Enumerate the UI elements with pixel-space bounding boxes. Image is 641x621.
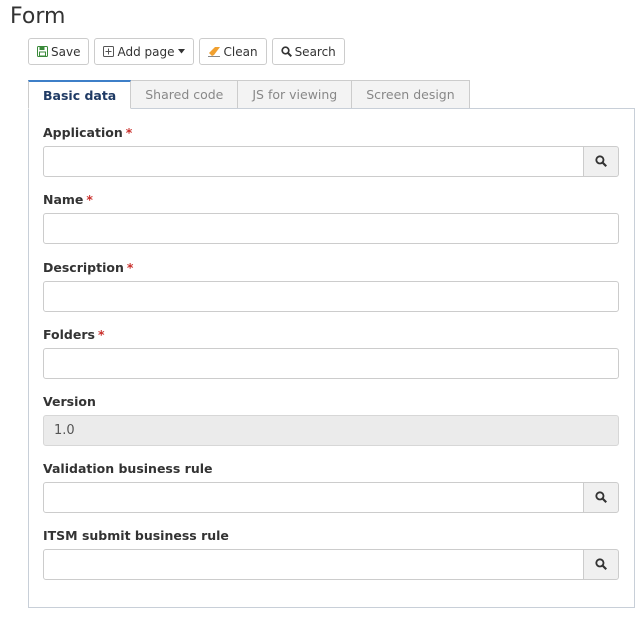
name-label: Name * [43, 192, 93, 207]
name-label-text: Name [43, 192, 84, 207]
magnifier-icon [595, 555, 608, 574]
search-button[interactable]: Search [271, 38, 345, 65]
tab-js-for-viewing[interactable]: JS for viewing [238, 80, 353, 109]
version-label: Version [43, 394, 96, 409]
magnifier-icon [595, 152, 608, 171]
validation-rule-lookup-button[interactable] [583, 482, 619, 513]
eraser-icon [207, 46, 221, 57]
validation-rule-label-text: Validation business rule [43, 461, 213, 476]
description-label: Description * [43, 260, 133, 275]
plus-square-icon [103, 46, 115, 57]
application-label-text: Application [43, 125, 123, 140]
itsm-rule-label: ITSM submit business rule [43, 528, 229, 543]
toolbar: Save Add page Clean Search [28, 38, 345, 65]
name-input[interactable] [43, 213, 619, 244]
version-field: 1.0 [43, 415, 619, 446]
magnifier-icon [595, 488, 608, 507]
application-lookup-button[interactable] [583, 146, 619, 177]
search-button-label: Search [294, 44, 336, 59]
add-page-button[interactable]: Add page [94, 38, 194, 65]
description-label-text: Description [43, 260, 124, 275]
save-button-label: Save [51, 44, 81, 59]
required-marker: * [97, 327, 105, 342]
tab-bar: Basic data Shared code JS for viewing Sc… [28, 80, 470, 109]
page-title: Form [10, 4, 66, 29]
tab-screen-design[interactable]: Screen design [352, 80, 470, 109]
required-marker: * [125, 125, 133, 140]
version-label-text: Version [43, 394, 96, 409]
itsm-rule-lookup-button[interactable] [583, 549, 619, 580]
itsm-rule-input[interactable] [43, 549, 584, 580]
caret-down-icon [177, 49, 185, 54]
folders-label: Folders * [43, 327, 104, 342]
clean-button[interactable]: Clean [198, 38, 267, 65]
application-input[interactable] [43, 146, 584, 177]
folders-input[interactable] [43, 348, 619, 379]
validation-rule-label: Validation business rule [43, 461, 212, 476]
validation-rule-input[interactable] [43, 482, 584, 513]
required-marker: * [126, 260, 134, 275]
magnifier-icon [280, 46, 292, 57]
description-input[interactable] [43, 281, 619, 312]
itsm-rule-label-text: ITSM submit business rule [43, 528, 229, 543]
folders-label-text: Folders [43, 327, 95, 342]
tab-shared-code[interactable]: Shared code [131, 80, 239, 109]
floppy-disk-icon [37, 46, 48, 57]
save-button[interactable]: Save [28, 38, 90, 65]
tab-basic-data[interactable]: Basic data [28, 80, 132, 109]
required-marker: * [86, 192, 93, 207]
application-label: Application * [43, 125, 132, 140]
add-page-button-label: Add page [117, 44, 175, 59]
clean-button-label: Clean [223, 44, 258, 59]
